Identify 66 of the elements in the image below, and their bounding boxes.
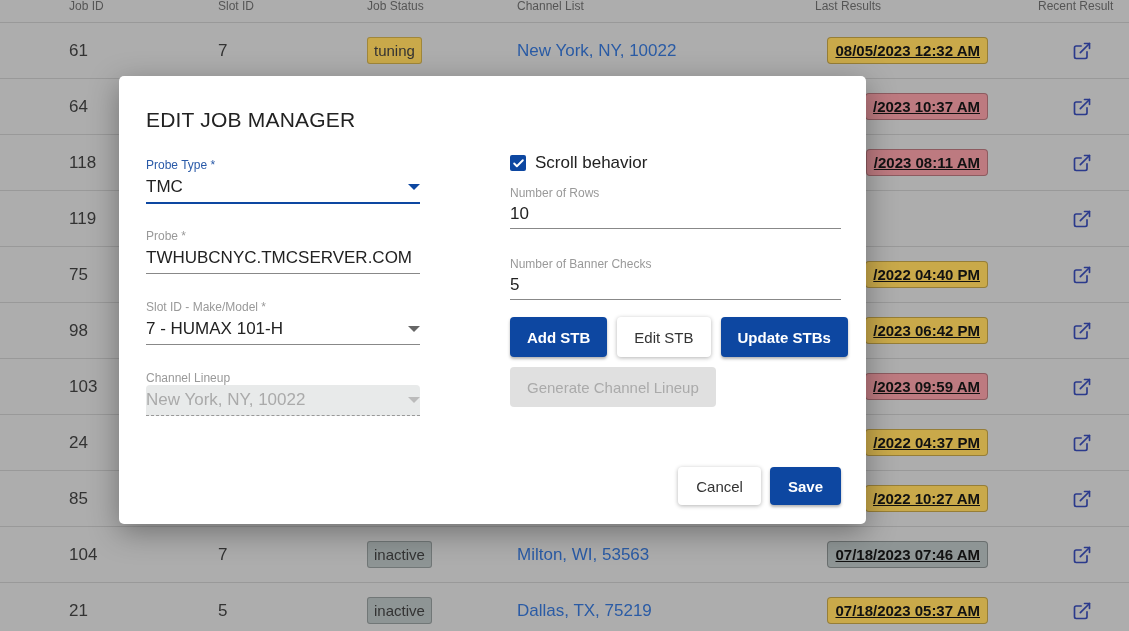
input-field[interactable]: 10 [510,200,841,229]
field-label: Slot ID - Make/Model * [146,299,268,314]
select-field[interactable]: TMC [146,172,420,204]
action-button[interactable]: Update STBs [720,317,848,357]
external-link-icon[interactable] [1072,600,1092,621]
field-label: Number of Banner Checks [510,256,653,271]
column-header: Channel List [516,0,585,12]
column-header: Job ID [68,0,105,12]
job-id-text: 21 [69,600,88,621]
job-id-text: 64 [69,96,88,117]
job-id-text: 118 [69,152,97,173]
job-id-text: 85 [69,488,88,509]
job-id-text: 98 [69,320,88,341]
input-field[interactable]: 5 [510,271,841,300]
action-button[interactable]: Edit STB [617,317,711,357]
slot-id-text: 5 [218,600,228,621]
slot-id-text: 7 [218,40,228,61]
external-link-icon[interactable] [1072,544,1092,565]
checkbox-label: Scroll behavior [535,153,648,173]
last-result-date[interactable]: /2023 08:11 AM [865,149,988,176]
slot-id-text: 7 [218,544,228,565]
external-link-icon[interactable] [1072,488,1092,509]
column-header: Recent Result [1037,0,1115,12]
field-label: Probe * [146,228,188,243]
status-tag: inactive [367,597,432,624]
external-link-icon[interactable] [1072,152,1092,173]
job-id-text: 103 [69,376,98,397]
last-result-date[interactable]: /2023 10:37 AM [865,93,988,120]
cancel-button[interactable]: Cancel [678,467,761,505]
last-result-date[interactable]: /2023 06:42 PM [865,317,988,344]
status-tag: tuning [367,37,422,64]
external-link-icon[interactable] [1072,96,1092,117]
column-header: Job Status [366,0,425,12]
job-id-text: 75 [69,264,88,285]
field-label: Channel Lineup [146,370,232,385]
save-button[interactable]: Save [769,467,841,505]
dropdown-caret-icon [408,326,420,332]
status-tag: inactive [367,541,432,568]
action-button[interactable]: Add STB [510,317,608,357]
dropdown-caret-icon [408,184,420,190]
external-link-icon[interactable] [1072,376,1092,397]
select-field[interactable]: 7 - HUMAX 101-H [146,314,420,345]
job-id-text: 24 [69,432,88,453]
last-result-date[interactable]: /2022 10:27 AM [865,485,988,512]
external-link-icon[interactable] [1072,208,1092,229]
last-result-date[interactable]: 07/18/2023 07:46 AM [827,541,988,568]
job-id-text: 104 [69,544,98,565]
dialog-title: EDIT JOB MANAGER [146,108,357,132]
checkbox[interactable] [510,155,526,171]
last-result-date[interactable]: /2022 04:37 PM [865,429,988,456]
field-label: Probe Type * [146,157,217,172]
last-result-date[interactable]: /2023 09:59 AM [865,373,988,400]
job-id-text: 119 [69,208,97,229]
last-result-date[interactable]: 08/05/2023 12:32 AM [827,37,988,64]
external-link-icon[interactable] [1072,432,1092,453]
external-link-icon[interactable] [1072,264,1092,285]
external-link-icon[interactable] [1072,320,1092,341]
field-label: Number of Rows [510,185,601,200]
column-header: Slot ID [217,0,255,12]
external-link-icon[interactable] [1072,40,1092,61]
dropdown-caret-icon [408,397,420,403]
column-header: Last Results [814,0,883,12]
last-result-date[interactable]: 07/18/2023 05:37 AM [827,597,988,624]
last-result-date[interactable]: /2022 04:40 PM [865,261,988,288]
input-field[interactable]: TWHUBCNYC.TMCSERVER.COM [146,243,420,274]
job-id-text: 61 [69,40,88,61]
